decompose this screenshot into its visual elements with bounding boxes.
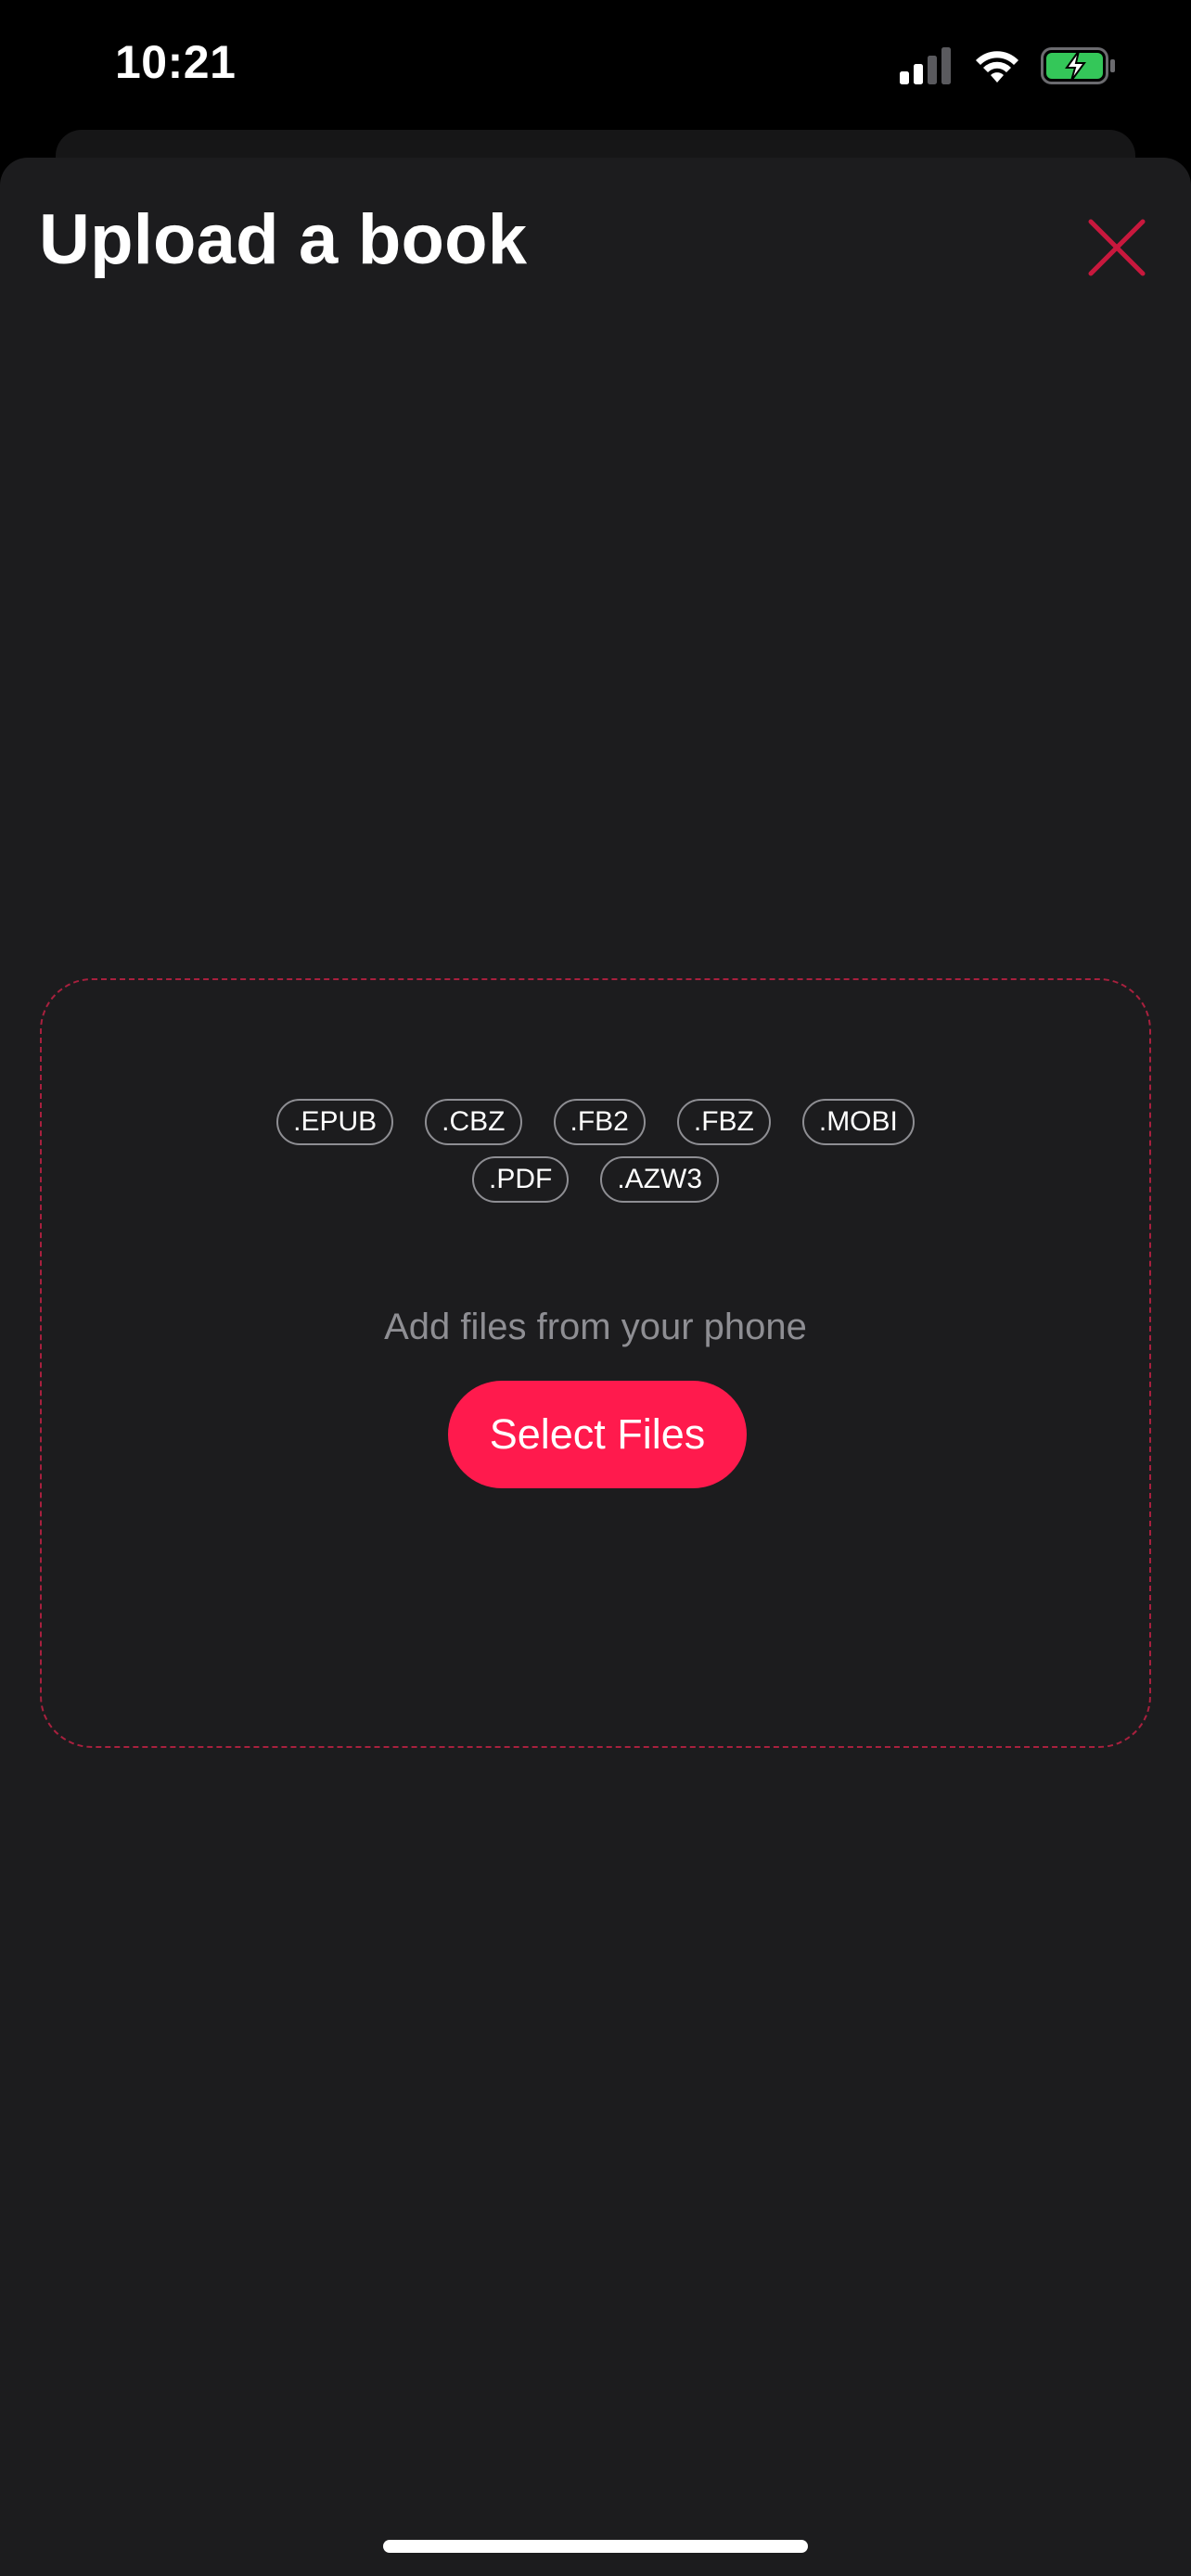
format-chip-fbz: .FBZ xyxy=(676,1099,771,1145)
close-button[interactable] xyxy=(1082,212,1152,283)
format-chip-pdf: .PDF xyxy=(471,1156,570,1203)
wifi-icon xyxy=(974,47,1020,89)
format-chip-fb2: .FB2 xyxy=(553,1099,646,1145)
format-chip-epub: .EPUB xyxy=(276,1099,394,1145)
helper-text: Add files from your phone xyxy=(384,1307,807,1347)
page-title: Upload a book xyxy=(39,200,528,279)
home-indicator[interactable] xyxy=(383,2540,808,2553)
supported-formats: .EPUB .CBZ .FB2 .FBZ .MOBI .PDF .AZW3 xyxy=(42,1099,1149,1203)
screen: 10:21 Upload a book .EPUB .CBZ .FB2 .FBZ… xyxy=(0,0,1191,2576)
battery-charging-icon xyxy=(1041,46,1117,89)
cellular-signal-icon xyxy=(900,46,954,89)
upload-sheet: Upload a book .EPUB .CBZ .FB2 .FBZ .MOBI… xyxy=(0,158,1191,2576)
status-icons xyxy=(900,45,1117,91)
status-time: 10:21 xyxy=(115,36,237,88)
close-icon xyxy=(1088,219,1146,276)
format-chip-azw3: .AZW3 xyxy=(600,1156,719,1203)
status-bar: 10:21 xyxy=(0,0,1191,130)
format-chip-cbz: .CBZ xyxy=(425,1099,522,1145)
select-files-button[interactable]: Select Files xyxy=(448,1381,747,1488)
format-chip-mobi: .MOBI xyxy=(801,1099,915,1145)
file-dropzone[interactable]: .EPUB .CBZ .FB2 .FBZ .MOBI .PDF .AZW3 Ad… xyxy=(40,978,1151,1748)
